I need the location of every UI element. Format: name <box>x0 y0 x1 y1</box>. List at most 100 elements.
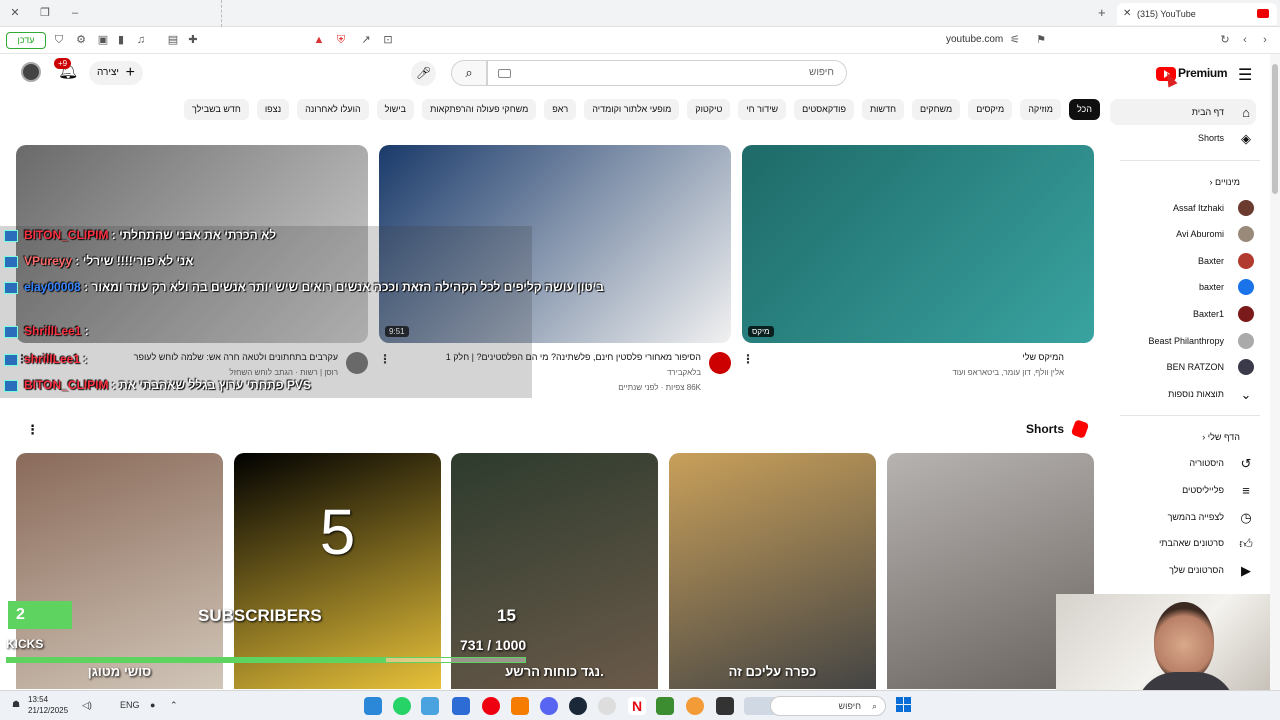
sidebar-channel-item[interactable]: Assaf Itzhaki <box>1110 195 1270 222</box>
sidebar-channel-item[interactable]: Baxter <box>1110 248 1270 275</box>
filter-chip[interactable]: טיקטוק <box>687 99 731 120</box>
filter-chip[interactable]: חדשות <box>861 99 905 120</box>
mic-icon[interactable]: ● <box>150 700 155 710</box>
video-channel[interactable]: בלאקבירד <box>667 368 701 377</box>
wallet-icon[interactable]: ▣ <box>96 33 110 47</box>
sidebar-channel-item[interactable]: Beast Philanthropy <box>1110 328 1270 355</box>
close-window-icon[interactable]: ✕ <box>8 6 22 20</box>
shield-icon[interactable]: ⛉ <box>52 33 66 47</box>
filter-chip[interactable]: הועלו לאחרונה <box>297 99 369 120</box>
page-scrollbar[interactable] <box>1270 54 1280 690</box>
sidebar-channel-item[interactable]: baxter <box>1110 274 1270 301</box>
update-button[interactable]: עדכן <box>6 32 46 49</box>
search-input[interactable]: חיפוש <box>487 60 847 86</box>
playlist-icon: ≡ <box>1242 482 1250 498</box>
filter-chip[interactable]: בישול <box>376 99 415 120</box>
filter-chip[interactable]: שידור חי <box>738 99 787 120</box>
screenshot-icon[interactable]: ⊡ <box>381 33 395 47</box>
network-icon[interactable]: ☗ <box>12 699 20 710</box>
more-options-icon[interactable]: ⋮ <box>742 352 754 366</box>
windows-start-icon[interactable] <box>896 697 912 713</box>
voice-search-icon[interactable]: 🎤︎ <box>411 61 436 86</box>
sidebar-channel-item[interactable]: BEN RATZON <box>1110 354 1270 381</box>
video-title[interactable]: המיקס שלי <box>1022 352 1064 362</box>
volume-icon[interactable]: ◁) <box>82 700 92 711</box>
sidebar-channel-item[interactable]: Avi Aburomi <box>1110 221 1270 248</box>
you-header[interactable]: הדף שלי ‹ <box>1110 424 1270 450</box>
sidebar-item-more-results[interactable]: ⌄ תוצאות נוספות <box>1110 381 1270 408</box>
warning-icon[interactable]: ▲ <box>312 33 326 47</box>
keyboard-icon[interactable] <box>498 69 511 78</box>
sidebar-item-history[interactable]: ↺ היסטוריה <box>1110 450 1270 477</box>
close-tab-icon[interactable]: ✕ <box>1123 3 1131 25</box>
filter-chip[interactable]: משחקים <box>912 99 961 120</box>
divider <box>221 0 222 27</box>
filter-chip[interactable]: מוזיקה <box>1020 99 1061 120</box>
back-icon[interactable]: ‹ <box>1238 33 1252 47</box>
steam-app-icon[interactable] <box>569 697 587 715</box>
short-card[interactable]: כפרה עליכם זה <box>669 453 876 689</box>
chat-username: ShrillLee1 <box>24 324 82 338</box>
video-thumbnail[interactable]: מיקס <box>742 145 1094 343</box>
filter-chip[interactable]: ראפ <box>544 99 577 120</box>
sidebar-item-clock[interactable]: ◷ לצפייה בהמשך <box>1110 504 1270 531</box>
video-card[interactable]: מיקס המיקס שלי אלין וולף, דון עומר, ביטארא… <box>742 145 1094 377</box>
scrollbar-thumb[interactable] <box>1272 64 1278 194</box>
sidebar-item-video[interactable]: ▶ הסרטונים שלך <box>1110 557 1270 584</box>
whatsapp-app-icon[interactable] <box>393 697 411 715</box>
search-button[interactable]: ⌕ <box>451 60 487 86</box>
discord-app-icon[interactable] <box>540 697 558 715</box>
telegram-app-icon[interactable] <box>421 697 439 715</box>
forward-icon[interactable]: › <box>1258 33 1272 47</box>
sidebar-item-shorts[interactable]: ◈ Shorts <box>1110 125 1270 152</box>
photos-app-icon[interactable] <box>452 697 470 715</box>
sidebar-item-home[interactable]: ⌂ דף הבית <box>1110 99 1256 125</box>
filter-chip[interactable]: מיקסים <box>968 99 1013 120</box>
channel-avatar[interactable] <box>709 352 731 374</box>
language-indicator[interactable]: ENG <box>120 700 140 710</box>
filter-chip[interactable]: חדש בשבילך <box>183 99 249 120</box>
sidebar-channel-item[interactable]: Baxter1 <box>1110 301 1270 328</box>
filter-chip[interactable]: הכל <box>1068 99 1100 120</box>
share-icon[interactable]: ↗ <box>359 33 373 47</box>
video-channel[interactable]: אלין וולף, דון עומר, ביטאראפ ועוד <box>952 368 1064 377</box>
puzzle-icon[interactable]: ✚ <box>186 33 200 47</box>
filter-chip[interactable]: מופעי אלתור וקומדיה <box>584 99 680 120</box>
netflix-app-icon[interactable]: N <box>628 697 646 715</box>
menu-icon[interactable]: ☰ <box>1238 65 1252 85</box>
chrome-app-icon[interactable] <box>686 697 704 715</box>
chat-badge-icon <box>4 281 18 294</box>
youtube-app-icon[interactable] <box>482 697 500 715</box>
settings-icon[interactable]: ⚟ <box>1008 33 1022 47</box>
chevron-up-icon[interactable]: ⌃ <box>170 700 178 711</box>
new-tab-icon[interactable]: + <box>1098 5 1106 20</box>
sidebar-item-thumbs-up[interactable]: 👍︎ סרטונים שאהבתי <box>1110 530 1270 557</box>
clock[interactable]: 13:54 21/12/2025 <box>28 694 68 716</box>
filter-chip[interactable]: פודקאסטים <box>794 99 854 120</box>
kicks-value: 731 / 1000 <box>460 637 527 653</box>
create-button[interactable]: יצירה + <box>89 61 143 85</box>
url-text[interactable]: youtube.com <box>946 34 1003 45</box>
tab-youtube[interactable]: ✕ (315) YouTube <box>1117 3 1277 25</box>
filter-chip[interactable]: משחקי פעולה והרפתקאות <box>422 99 537 120</box>
sidebar-item-playlist[interactable]: ≡ פלייליסטים <box>1110 477 1270 504</box>
subscriptions-header[interactable]: מינויים ‹ <box>1110 169 1270 195</box>
explorer-app-icon[interactable] <box>364 697 382 715</box>
tabs-icon[interactable]: ▤ <box>166 33 180 47</box>
minimize-window-icon[interactable]: – <box>68 6 82 20</box>
bookmark-icon[interactable]: ⚑ <box>1034 33 1048 47</box>
brave-shield-icon[interactable]: ⛨ <box>334 33 348 47</box>
taskbar-search-input[interactable]: חיפוש ⌕ <box>770 696 886 716</box>
chatgpt-app-icon[interactable] <box>598 697 616 715</box>
reload-icon[interactable]: ↻ <box>1218 33 1232 47</box>
terminal-app-icon[interactable] <box>716 697 734 715</box>
filter-chip[interactable]: נצפו <box>256 99 290 120</box>
account-avatar[interactable] <box>21 62 41 82</box>
minecraft-app-icon[interactable] <box>656 697 674 715</box>
restore-window-icon[interactable]: ❐ <box>38 6 52 20</box>
extension-icon[interactable]: ⚙ <box>74 33 88 47</box>
sidebar-icon[interactable]: ▮ <box>114 33 128 47</box>
music-icon[interactable]: ♫ <box>134 33 148 47</box>
brave-app-icon[interactable] <box>511 697 529 715</box>
more-options-icon[interactable]: ⋮ <box>26 422 39 438</box>
